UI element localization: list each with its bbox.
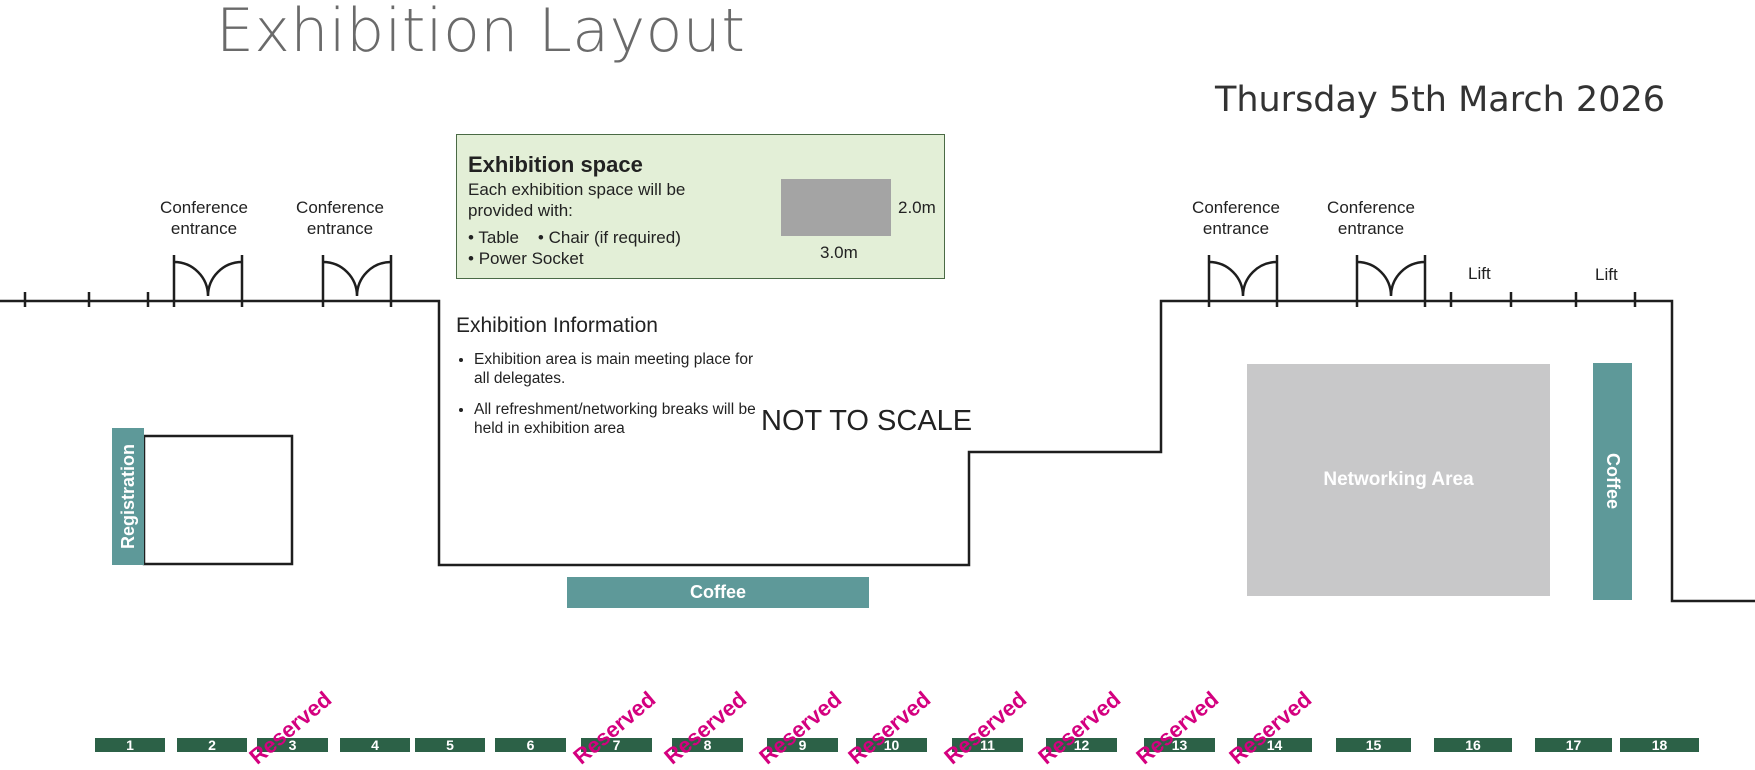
item-table: Table — [478, 228, 520, 247]
networking-area: Networking Area — [1247, 364, 1550, 596]
door-right-1 — [1207, 255, 1279, 307]
exhibition-information-heading: Exhibition Information — [456, 314, 658, 337]
entrance-label-right-1: Conference entrance — [1192, 198, 1280, 238]
coffee-label-bottom: Coffee — [689, 582, 746, 602]
stand-width-label: 3.0m — [820, 243, 858, 262]
stand-depth-label: 2.0m — [898, 198, 936, 217]
lift-label-1: Lift — [1468, 264, 1491, 283]
lift-1-ticks — [1449, 292, 1513, 307]
not-to-scale-note: NOT TO SCALE — [761, 405, 973, 437]
lift-label-2: Lift — [1595, 265, 1618, 284]
info-point-2: All refreshment/networking breaks will b… — [474, 400, 756, 438]
door-right-2 — [1355, 255, 1427, 307]
entrance-label-right-2: Conference entrance — [1327, 198, 1415, 238]
wall-ticks-left — [23, 292, 150, 307]
door-left-2 — [321, 255, 393, 307]
networking-label: Networking Area — [1323, 469, 1474, 490]
exhibition-space-heading: Exhibition space — [468, 152, 643, 177]
entrance-label-left-1: Conference entrance — [160, 198, 248, 238]
lift-2-ticks — [1574, 292, 1637, 307]
coffee-area-right: Coffee — [1593, 363, 1632, 600]
stand-size-sample — [781, 179, 891, 236]
door-left-1 — [172, 255, 244, 307]
exhibition-information: Exhibition Information Exhibition area i… — [456, 314, 756, 450]
exhibition-space-description: Each exhibition space will be provided w… — [468, 180, 686, 220]
coffee-label-right: Coffee — [1603, 453, 1623, 510]
registration-area: Registration — [112, 428, 144, 565]
entrance-label-left-2: Conference entrance — [296, 198, 384, 238]
exhibition-space-items: • Table • Chair (if required) • Power So… — [468, 228, 681, 268]
info-point-1: Exhibition area is main meeting place fo… — [474, 350, 756, 388]
coffee-area-bottom: Coffee — [567, 577, 869, 608]
registration-desk — [142, 434, 294, 566]
item-power-socket: Power Socket — [478, 249, 584, 268]
registration-label: Registration — [117, 443, 138, 549]
item-chair: Chair (if required) — [548, 228, 681, 247]
